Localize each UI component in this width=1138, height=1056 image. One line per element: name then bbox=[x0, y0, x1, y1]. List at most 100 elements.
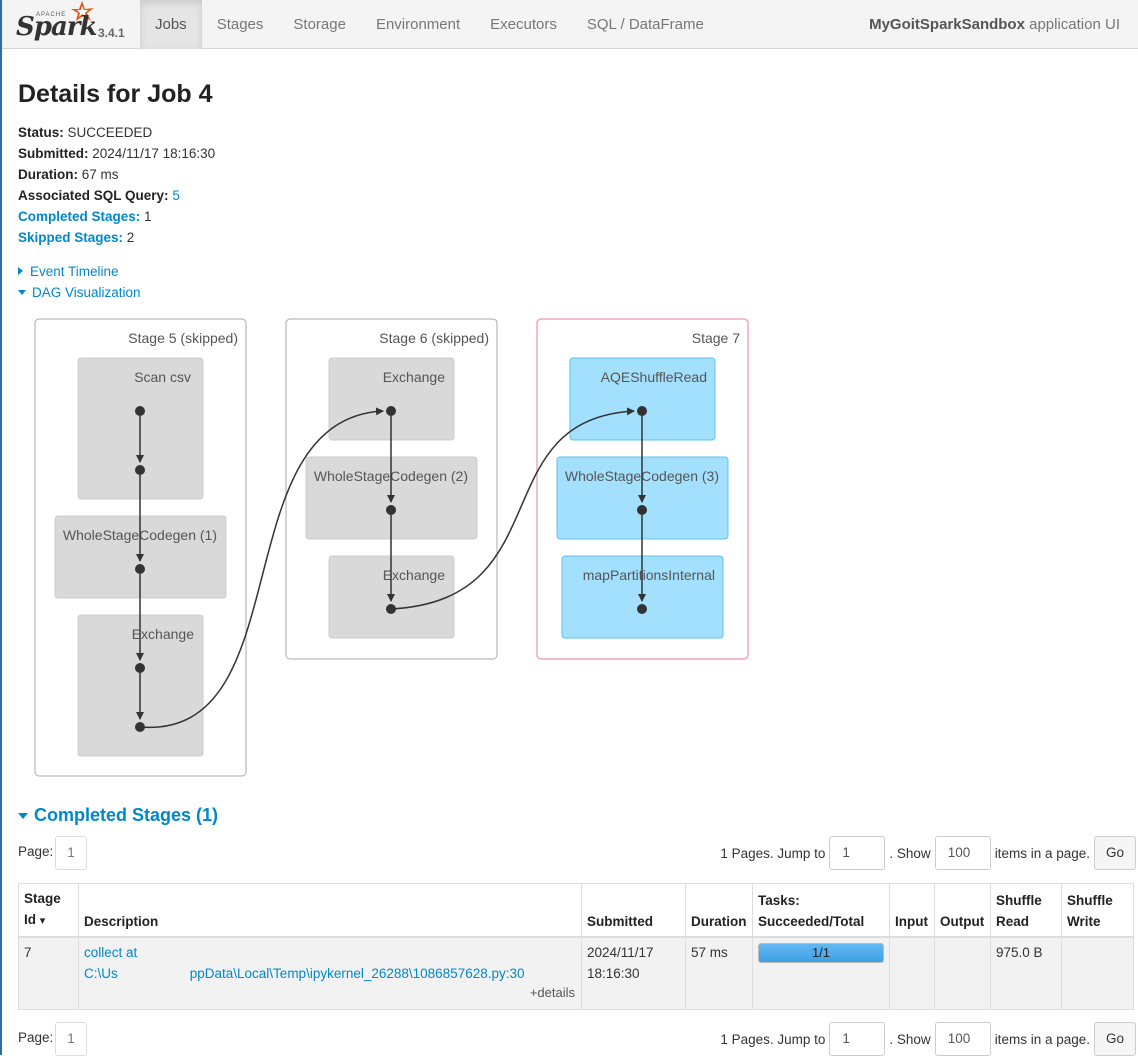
collapse-down-icon bbox=[18, 813, 28, 819]
submitted-cell: 2024/11/17 18:16:30 bbox=[581, 936, 686, 1010]
col-duration[interactable]: Duration bbox=[685, 883, 753, 938]
description-line1: collect at bbox=[84, 945, 138, 960]
status-label: Status: bbox=[18, 125, 64, 140]
duration-row: Duration: 67 ms bbox=[18, 164, 215, 185]
col-output[interactable]: Output bbox=[934, 883, 991, 938]
duration-cell: 57 ms bbox=[685, 936, 753, 1010]
completed-stages-value: 1 bbox=[144, 209, 152, 224]
skipped-stages-row: Skipped Stages: 2 bbox=[18, 227, 215, 248]
stage-description-link[interactable]: collect at C:\Us ppData\Local\Temp\ipykern… bbox=[84, 945, 525, 981]
col-shuffle-write[interactable]: Shuffle Write bbox=[1061, 883, 1134, 938]
page-label: Page: bbox=[18, 1030, 54, 1045]
completed-stages-title: Completed Stages (1) bbox=[34, 805, 219, 825]
stage-6-label: Stage 6 (skipped) bbox=[379, 330, 489, 346]
dag-graph: Stage 5 (skipped) Scan csv WholeStageCod… bbox=[34, 318, 749, 777]
sql-query-row: Associated SQL Query: 5 bbox=[18, 185, 215, 206]
duration-label: Duration: bbox=[18, 167, 78, 182]
table-header-row: Stage Id ▾ Description Submitted Duratio… bbox=[18, 883, 1134, 938]
col-shuffle-read[interactable]: Shuffle Read bbox=[990, 883, 1062, 938]
dag-node-label: Exchange bbox=[383, 369, 445, 385]
submitted-value: 2024/11/17 18:16:30 bbox=[92, 146, 216, 161]
page-size-input[interactable]: 100 bbox=[934, 836, 991, 870]
stage-id-cell: 7 bbox=[18, 936, 79, 1010]
tab-stages[interactable]: Stages bbox=[202, 0, 279, 49]
navbar: APACHE Spark 3.4.1 Jobs Stages Storage E… bbox=[2, 0, 1138, 49]
shuffle-write-cell bbox=[1061, 936, 1134, 1010]
app-name-suffix: application UI bbox=[1024, 16, 1120, 33]
tasks-progress-text: 1/1 bbox=[811, 945, 831, 960]
sort-desc-icon: ▾ bbox=[39, 915, 46, 927]
stage-5-label: Stage 5 (skipped) bbox=[128, 330, 238, 346]
dag-visualization-toggle[interactable]: DAG Visualization bbox=[18, 285, 141, 300]
tab-executors[interactable]: Executors bbox=[475, 0, 572, 49]
page-label: Page: bbox=[18, 844, 54, 859]
stage-7-label: Stage 7 bbox=[692, 330, 740, 346]
page-size-input[interactable]: 100 bbox=[934, 1022, 991, 1056]
go-button[interactable]: Go bbox=[1094, 1022, 1136, 1056]
event-timeline-label: Event Timeline bbox=[30, 264, 119, 279]
jump-to-input[interactable]: 1 bbox=[829, 836, 886, 870]
shuffle-read-cell: 975.0 B bbox=[990, 936, 1062, 1010]
sql-query-link[interactable]: 5 bbox=[172, 188, 180, 203]
tab-jobs[interactable]: Jobs bbox=[140, 0, 202, 49]
tab-environment[interactable]: Environment bbox=[361, 0, 475, 49]
description-line2b: ppData\Local\Temp\ipykernel_26288\108685… bbox=[189, 966, 525, 981]
completed-stages-header[interactable]: Completed Stages (1) bbox=[18, 805, 218, 826]
spark-logo[interactable]: APACHE Spark 3.4.1 bbox=[14, 1, 139, 48]
table-row: 7 collect at C:\Us ppData\Local\Temp\ipyke… bbox=[18, 936, 1134, 1010]
pager-top: Page: 1 1 Pages. Jump to 1 . Show 100 it… bbox=[18, 836, 1136, 870]
skipped-stages-value: 2 bbox=[126, 230, 135, 245]
tasks-cell: 1/1 bbox=[752, 936, 890, 1010]
submitted-row: Submitted: 2024/11/17 18:16:30 bbox=[18, 143, 215, 164]
dag-node-label: Exchange bbox=[132, 626, 194, 642]
col-input[interactable]: Input bbox=[889, 883, 935, 938]
nav-tabs: Jobs Stages Storage Environment Executor… bbox=[140, 0, 719, 49]
completed-stages-link[interactable]: Completed Stages: bbox=[18, 209, 140, 224]
duration-value: 67 ms bbox=[81, 167, 119, 182]
app-name: MyGoitSparkSandbox application UI bbox=[869, 0, 1120, 49]
pager-controls: 1 Pages. Jump to 1 . Show 100 items in a… bbox=[720, 836, 1136, 870]
submitted-label: Submitted: bbox=[18, 146, 89, 161]
show-text: . Show bbox=[889, 845, 931, 861]
description-cell: collect at C:\Us ppData\Local\Temp\ipykern… bbox=[78, 936, 582, 1010]
page-title: Details for Job 4 bbox=[18, 80, 213, 108]
dag-visualization-label: DAG Visualization bbox=[32, 285, 141, 300]
description-line2a: C:\Us bbox=[84, 966, 118, 981]
event-timeline-toggle[interactable]: Event Timeline bbox=[18, 264, 119, 279]
dag-node-label: AQEShuffleRead bbox=[601, 369, 707, 385]
col-submitted[interactable]: Submitted bbox=[581, 883, 686, 938]
job-summary: Status: SUCCEEDED Submitted: 2024/11/17 … bbox=[18, 122, 215, 248]
jump-to-input[interactable]: 1 bbox=[829, 1022, 886, 1056]
completed-stages-table: Stage Id ▾ Description Submitted Duratio… bbox=[18, 883, 1134, 1010]
app-name-bold: MyGoitSparkSandbox bbox=[869, 16, 1025, 33]
items-text: items in a page. bbox=[994, 845, 1090, 861]
expand-right-icon bbox=[18, 267, 23, 275]
page-number-button[interactable]: 1 bbox=[55, 1022, 87, 1056]
col-description[interactable]: Description bbox=[78, 883, 582, 938]
sql-query-label: Associated SQL Query: bbox=[18, 188, 169, 203]
details-toggle[interactable]: +details bbox=[530, 982, 575, 1003]
col-stage-id[interactable]: Stage Id ▾ bbox=[18, 883, 79, 938]
page-number-button[interactable]: 1 bbox=[55, 836, 87, 870]
items-text: items in a page. bbox=[994, 1031, 1090, 1047]
show-text: . Show bbox=[889, 1031, 931, 1047]
pager-controls: 1 Pages. Jump to 1 . Show 100 items in a… bbox=[720, 1022, 1136, 1056]
output-cell bbox=[934, 936, 991, 1010]
pager-bottom: Page: 1 1 Pages. Jump to 1 . Show 100 it… bbox=[18, 1022, 1136, 1056]
pages-text: 1 Pages. Jump to bbox=[720, 1031, 826, 1047]
dag-node-label: mapPartitionsInternal bbox=[583, 567, 715, 583]
completed-stages-row: Completed Stages: 1 bbox=[18, 206, 215, 227]
tab-storage[interactable]: Storage bbox=[278, 0, 361, 49]
brand-name: Spark bbox=[16, 12, 98, 42]
skipped-stages-link[interactable]: Skipped Stages: bbox=[18, 230, 123, 245]
col-tasks[interactable]: Tasks: Succeeded/Total bbox=[752, 883, 890, 938]
dag-node-label: Scan csv bbox=[134, 369, 191, 385]
tasks-progress-bar: 1/1 bbox=[758, 943, 884, 963]
collapse-down-icon bbox=[18, 290, 26, 295]
status-value: SUCCEEDED bbox=[67, 125, 153, 140]
tab-sql-dataframe[interactable]: SQL / DataFrame bbox=[572, 0, 719, 49]
pages-text: 1 Pages. Jump to bbox=[720, 845, 826, 861]
spark-version: 3.4.1 bbox=[98, 26, 125, 40]
go-button[interactable]: Go bbox=[1094, 836, 1136, 870]
dag-node-label: Exchange bbox=[383, 567, 445, 583]
